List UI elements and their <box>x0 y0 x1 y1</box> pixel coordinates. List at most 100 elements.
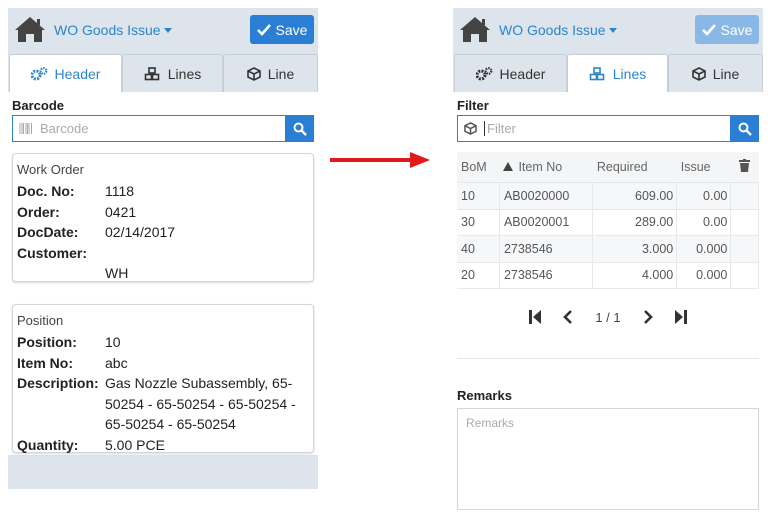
position-row: Position: 10 <box>13 332 313 353</box>
doc-no-row: Doc. No: 1118 <box>13 181 313 202</box>
next-page-icon[interactable] <box>643 310 653 324</box>
table-header-row: BoM Item No Required Issue <box>457 152 759 183</box>
tab-header[interactable]: Header <box>9 54 122 92</box>
barcode-icon <box>19 123 32 134</box>
save-button[interactable]: Save <box>250 15 314 44</box>
home-icon[interactable] <box>459 15 491 43</box>
save-label: Save <box>720 21 753 38</box>
barcode-search-button[interactable] <box>285 115 314 142</box>
pager: 1 / 1 <box>453 306 763 328</box>
cell-delete[interactable] <box>730 208 759 236</box>
cell-delete[interactable] <box>730 235 759 263</box>
cogs-icon <box>30 66 47 80</box>
customer-value-row: WH <box>13 263 313 284</box>
quantity-row: Quantity: 5.00 PCE <box>13 435 313 456</box>
cell-issue[interactable]: 0.000 <box>676 261 732 289</box>
filter-search: Filter <box>457 115 759 142</box>
save-button[interactable]: Save <box>695 15 759 44</box>
tab-lines[interactable]: Lines <box>122 54 223 92</box>
cell-required: 289.00 <box>592 208 678 236</box>
top-bar: WO Goods Issue Save <box>453 8 763 51</box>
field-value: WH <box>105 265 129 281</box>
field-value: 0421 <box>105 203 137 220</box>
cell-item-no: AB0020001 <box>499 208 594 236</box>
position-title: Position <box>17 313 64 328</box>
table-row[interactable]: 40 2738546 3.000 0.000 <box>457 235 759 263</box>
cogs-icon <box>475 66 492 80</box>
table-row[interactable]: 10 AB0020000 609.00 0.00 <box>457 182 759 210</box>
check-icon <box>256 23 271 36</box>
cell-issue[interactable]: 0.000 <box>676 235 732 263</box>
work-order-card: Work Order Doc. No: 1118 Order: 0421 DocDa… <box>12 153 314 282</box>
save-label: Save <box>275 21 308 38</box>
last-page-icon[interactable] <box>674 310 687 324</box>
search-icon <box>738 122 752 136</box>
field-value: 5.00 PCE <box>105 436 165 453</box>
chevron-down-icon <box>163 28 172 33</box>
cubes-icon <box>589 66 605 80</box>
filter-input[interactable]: Filter <box>457 115 730 142</box>
app-title-menu[interactable]: WO Goods Issue <box>54 22 172 38</box>
cell-delete[interactable] <box>730 182 759 210</box>
field-key <box>13 263 105 284</box>
tab-line-label: Line <box>267 65 295 82</box>
column-header-issue[interactable]: Issue <box>676 152 731 183</box>
docdate-row: DocDate: 02/14/2017 <box>13 222 313 243</box>
cell-item-no: AB0020000 <box>499 182 594 210</box>
divider <box>457 358 759 359</box>
delete-column[interactable] <box>730 152 759 183</box>
field-value: abc <box>105 354 128 371</box>
cube-icon <box>691 66 706 81</box>
column-header-item-no[interactable]: Item No <box>499 152 593 183</box>
cube-icon <box>246 66 261 81</box>
table-row[interactable]: 30 AB0020001 289.00 0.00 <box>457 208 759 236</box>
cell-bom: 10 <box>457 182 500 210</box>
tab-line[interactable]: Line <box>223 54 318 92</box>
barcode-label: Barcode <box>12 98 65 113</box>
tab-bar: Header Lines Line <box>453 54 763 92</box>
cell-item-no: 2738546 <box>499 235 594 263</box>
table-row[interactable]: 20 2738546 4.000 0.000 <box>457 261 759 289</box>
customer-row: Customer: <box>13 243 313 264</box>
first-page-icon[interactable] <box>529 310 542 324</box>
column-header-bom[interactable]: BoM <box>457 152 500 183</box>
app-title: WO Goods Issue <box>54 22 161 38</box>
description-row: Description: Gas Nozzle Subassembly, 65-5… <box>13 373 313 435</box>
field-key: Position: <box>17 334 77 350</box>
tab-lines-label: Lines <box>612 65 647 82</box>
cell-issue[interactable]: 0.00 <box>676 182 732 210</box>
filter-search-button[interactable] <box>730 115 759 142</box>
column-header-required[interactable]: Required <box>592 152 677 183</box>
tab-header[interactable]: Header <box>454 54 567 92</box>
cell-delete[interactable] <box>730 261 759 289</box>
right-arrow-icon <box>330 152 430 168</box>
field-key: Order: <box>17 203 60 220</box>
barcode-search: Barcode <box>12 115 314 142</box>
tab-line[interactable]: Line <box>668 54 763 92</box>
app-title-menu[interactable]: WO Goods Issue <box>499 22 617 38</box>
cell-bom: 30 <box>457 208 500 236</box>
column-header-label: Issue <box>680 160 711 174</box>
cell-required: 3.000 <box>592 235 678 263</box>
right-screen: WO Goods Issue Save Header Lines Line Fi… <box>453 8 763 527</box>
top-bar: WO Goods Issue Save <box>8 8 318 51</box>
field-key: Quantity: <box>17 436 79 453</box>
remarks-textarea[interactable]: Remarks <box>457 408 759 510</box>
left-screen: WO Goods Issue Save Header Lines Line Ba… <box>8 8 318 489</box>
lines-panel: Filter Filter BoM Item No Required Issue… <box>453 92 763 527</box>
tab-line-label: Line <box>712 65 740 82</box>
field-value: 02/14/2017 <box>105 224 176 240</box>
field-key: Doc. No: <box>17 183 75 199</box>
barcode-input[interactable]: Barcode <box>12 115 285 142</box>
field-key: Description: <box>17 375 99 391</box>
column-header-label: BoM <box>461 160 487 174</box>
cell-required: 609.00 <box>592 182 678 210</box>
sort-asc-icon <box>503 162 514 171</box>
cell-issue[interactable]: 0.00 <box>676 208 732 236</box>
cell-required: 4.000 <box>592 261 678 289</box>
home-icon[interactable] <box>14 15 46 43</box>
prev-page-icon[interactable] <box>563 310 573 324</box>
remarks-label: Remarks <box>457 388 512 403</box>
field-value: 1118 <box>105 183 135 199</box>
tab-lines[interactable]: Lines <box>567 54 668 92</box>
